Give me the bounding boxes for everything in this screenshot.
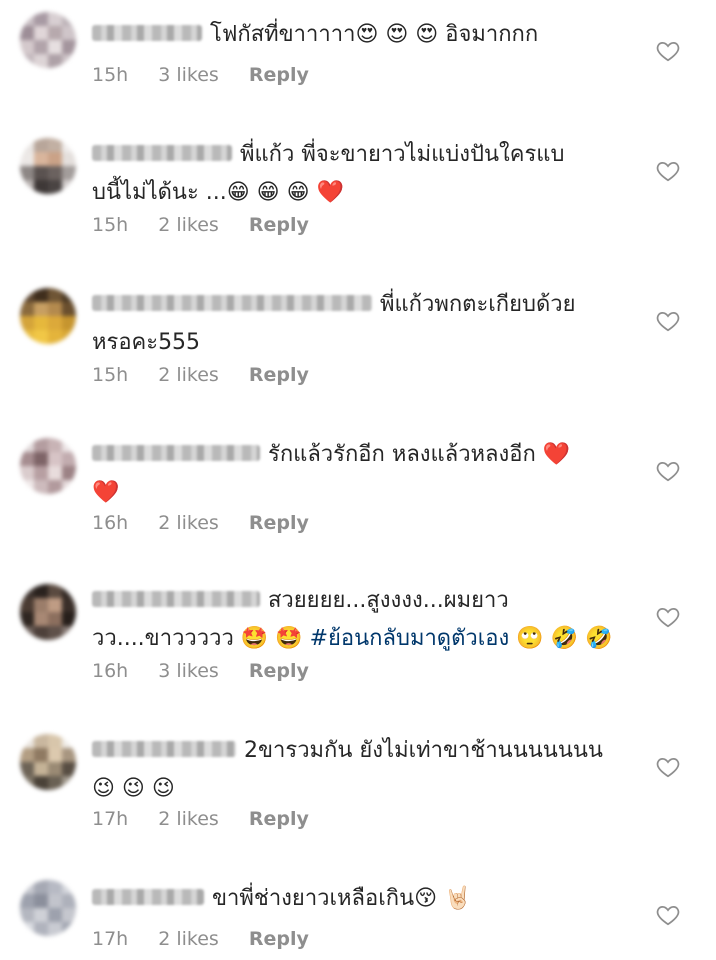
comment-meta: 17h 2 likes Reply: [92, 808, 309, 830]
heart-outline-icon[interactable]: [655, 308, 681, 334]
reply-button[interactable]: Reply: [249, 808, 309, 830]
comment-text: 🙄 🤣 🤣: [509, 626, 613, 651]
comment-body: 2ขารวมกัน ยังไม่เท่าขาช้านนนนนนน 😉 😉 😉: [92, 732, 612, 808]
reply-button[interactable]: Reply: [249, 928, 309, 950]
comment-likes[interactable]: 2 likes: [158, 928, 219, 950]
reply-button[interactable]: Reply: [249, 512, 309, 534]
username[interactable]: [92, 591, 260, 607]
avatar[interactable]: [20, 734, 76, 790]
comment-meta: 16h 3 likes Reply: [92, 660, 309, 682]
avatar[interactable]: [20, 12, 76, 68]
comment-likes[interactable]: 2 likes: [158, 364, 219, 386]
username[interactable]: [92, 25, 202, 41]
comment-text: 2ขารวมกัน ยังไม่เท่าขาช้านนนนนนน: [244, 738, 603, 763]
comment-meta: 17h 2 likes Reply: [92, 928, 309, 950]
comment-text: โฟกัสที่ขาาาาา😍 😍 😍 อิจมากกก: [210, 22, 539, 47]
comment-text-line: บนี้ไม่ได้นะ ...😁 😁 😁 ❤️: [92, 180, 344, 205]
comment-text: ขาพี่ช่างยาวเหลือเกิน😚 🤘🏻: [212, 886, 472, 911]
comment-body: พี่แก้วพกตะเกียบด้วย หรอคะ555: [92, 286, 612, 362]
comment-likes[interactable]: 2 likes: [158, 214, 219, 236]
username[interactable]: [92, 445, 260, 461]
comment-time[interactable]: 15h: [92, 64, 128, 86]
comment-text-line: ❤️: [92, 480, 120, 505]
reply-button[interactable]: Reply: [249, 364, 309, 386]
comment-time[interactable]: 16h: [92, 512, 128, 534]
heart-outline-icon[interactable]: [655, 158, 681, 184]
comment-item: รักแล้วรักอีก หลงแล้วหลงอีก ❤️ ❤️ 16h 2 …: [0, 428, 716, 558]
reply-button[interactable]: Reply: [249, 660, 309, 682]
comment-meta: 16h 2 likes Reply: [92, 512, 309, 534]
comment-likes[interactable]: 2 likes: [158, 512, 219, 534]
comment-item: พี่แก้วพกตะเกียบด้วย หรอคะ555 15h 2 like…: [0, 278, 716, 408]
comment-likes[interactable]: 3 likes: [158, 64, 219, 86]
heart-outline-icon[interactable]: [655, 754, 681, 780]
comment-text: สวยยยย...สูงงงง...ผมยาว: [268, 588, 509, 613]
comment-time[interactable]: 16h: [92, 660, 128, 682]
comment-item: โฟกัสที่ขาาาาา😍 😍 😍 อิจมากกก 15h 3 likes…: [0, 8, 716, 118]
hashtag-link[interactable]: #ย้อนกลับมาดูตัวเอง: [310, 626, 510, 651]
comment-text: รักแล้วรักอีก หลงแล้วหลงอีก ❤️: [268, 442, 571, 467]
comment-text: พี่แก้วพกตะเกียบด้วย: [380, 292, 576, 317]
comment-text-line: หรอคะ555: [92, 330, 201, 355]
comment-time[interactable]: 15h: [92, 364, 128, 386]
comment-item: สวยยยย...สูงงงง...ผมยาว วว....ขาววววว 🤩 …: [0, 574, 716, 704]
comment-time[interactable]: 15h: [92, 214, 128, 236]
comment-text: วว....ขาววววว 🤩 🤩: [92, 626, 310, 651]
avatar[interactable]: [20, 584, 76, 640]
comment-item: 2ขารวมกัน ยังไม่เท่าขาช้านนนนนนน 😉 😉 😉 1…: [0, 724, 716, 854]
heart-outline-icon[interactable]: [655, 38, 681, 64]
comment-meta: 15h 2 likes Reply: [92, 364, 309, 386]
reply-button[interactable]: Reply: [249, 214, 309, 236]
username[interactable]: [92, 741, 236, 757]
comment-likes[interactable]: 3 likes: [158, 660, 219, 682]
comment-text: พี่แก้ว พี่จะขายาวไม่แบ่งปันใครแบ: [240, 142, 565, 167]
comment-body: พี่แก้ว พี่จะขายาวไม่แบ่งปันใครแบ บนี้ไม…: [92, 136, 612, 212]
comment-time[interactable]: 17h: [92, 808, 128, 830]
avatar[interactable]: [20, 438, 76, 494]
comment-body: ขาพี่ช่างยาวเหลือเกิน😚 🤘🏻: [92, 880, 612, 918]
avatar[interactable]: [20, 880, 76, 936]
comment-meta: 15h 3 likes Reply: [92, 64, 309, 86]
avatar[interactable]: [20, 288, 76, 344]
comments-feed: โฟกัสที่ขาาาาา😍 😍 😍 อิจมากกก 15h 3 likes…: [0, 0, 716, 960]
comment-item: ขาพี่ช่างยาวเหลือเกิน😚 🤘🏻 17h 2 likes Re…: [0, 874, 716, 960]
heart-outline-icon[interactable]: [655, 604, 681, 630]
comment-time[interactable]: 17h: [92, 928, 128, 950]
comment-meta: 15h 2 likes Reply: [92, 214, 309, 236]
comment-text-line: 😉 😉 😉: [92, 776, 175, 801]
comment-body: สวยยยย...สูงงงง...ผมยาว วว....ขาววววว 🤩 …: [92, 582, 612, 658]
username[interactable]: [92, 295, 372, 311]
username[interactable]: [92, 145, 232, 161]
comment-item: พี่แก้ว พี่จะขายาวไม่แบ่งปันใครแบ บนี้ไม…: [0, 128, 716, 258]
avatar[interactable]: [20, 138, 76, 194]
reply-button[interactable]: Reply: [249, 64, 309, 86]
heart-outline-icon[interactable]: [655, 458, 681, 484]
comment-body: โฟกัสที่ขาาาาา😍 😍 😍 อิจมากกก: [92, 16, 612, 54]
comment-body: รักแล้วรักอีก หลงแล้วหลงอีก ❤️ ❤️: [92, 436, 612, 512]
heart-outline-icon[interactable]: [655, 902, 681, 928]
comment-likes[interactable]: 2 likes: [158, 808, 219, 830]
username[interactable]: [92, 889, 204, 905]
